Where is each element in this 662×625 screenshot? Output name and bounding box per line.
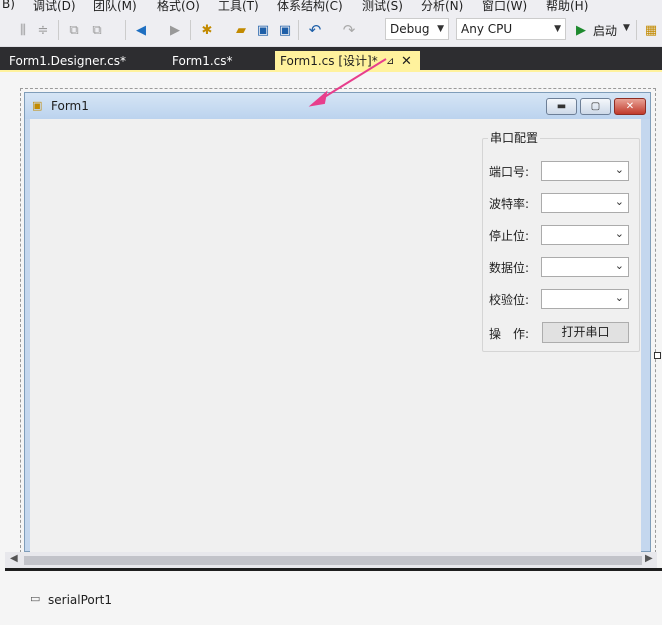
resize-handle[interactable] (654, 352, 661, 359)
maximize-button[interactable]: ▢ (580, 98, 611, 115)
menu-item-window[interactable]: 窗口(W) (482, 0, 527, 14)
minimize-icon: ▬ (556, 101, 567, 112)
baud-rate-combobox[interactable]: ⌄ (541, 193, 629, 213)
undo-icon[interactable]: ↶ (306, 21, 324, 39)
chevron-down-icon: ⌄ (614, 227, 624, 240)
toolbar-separator (190, 20, 191, 40)
parity-combobox[interactable]: ⌄ (541, 289, 629, 309)
toolbox-icon[interactable]: ▦ (642, 21, 660, 39)
scroll-left-icon[interactable]: ◀ (10, 553, 18, 564)
groupbox-title: 串口配置 (488, 129, 541, 146)
port-combobox[interactable]: ⌄ (541, 161, 629, 181)
scroll-right-icon[interactable]: ▶ (645, 553, 653, 564)
save-all-icon[interactable]: ▣ (276, 21, 294, 39)
toolbar-separator (125, 20, 126, 40)
menu-bar: B) 调试(D) 团队(M) 格式(O) 工具(T) 体系结构(C) 测试(S)… (0, 0, 662, 14)
menu-item-debug[interactable]: 调试(D) (33, 0, 76, 14)
port-label: 端口号: (489, 165, 530, 179)
tab-label: Form1.Designer.cs* (9, 54, 126, 68)
menu-item-build[interactable]: B) (2, 0, 15, 11)
close-icon: ✕ (625, 101, 635, 112)
start-icon[interactable]: ▶ (572, 21, 590, 39)
chevron-down-icon: ▼ (437, 24, 444, 34)
menu-item-help[interactable]: 帮助(H) (546, 0, 588, 14)
redo-icon[interactable]: ↷ (340, 21, 358, 39)
minimize-button[interactable]: ▬ (546, 98, 577, 115)
config-select-value: Debug (390, 22, 430, 36)
start-button-label[interactable]: 启动 (593, 22, 617, 39)
platform-select[interactable]: Any CPU ▼ (456, 18, 566, 40)
data-bits-label: 数据位: (489, 261, 530, 275)
toolbar-separator (636, 20, 637, 40)
config-select[interactable]: Debug ▼ (385, 18, 449, 40)
menu-item-analyze[interactable]: 分析(N) (421, 0, 463, 14)
save-icon[interactable]: ▣ (254, 21, 272, 39)
open-port-button[interactable]: 打开串口 (542, 322, 629, 343)
baud-rate-label: 波特率: (489, 197, 530, 211)
chevron-down-icon: ⌄ (614, 291, 624, 304)
serial-port-component[interactable]: serialPort1 (48, 593, 112, 607)
platform-select-value: Any CPU (461, 22, 513, 36)
toolbar: ⫼ ≑ ⧉ ⧉ ◀ ▶ ✱ ▰ ▣ ▣ ↶ ↷ Debug ▼ Any CPU … (0, 14, 662, 47)
menu-item-tools[interactable]: 工具(T) (218, 0, 259, 14)
annotation-arrow (308, 58, 387, 107)
bring-front-icon[interactable]: ⧉ (65, 21, 83, 39)
serial-port-icon: ▭ (30, 592, 41, 605)
menu-item-team[interactable]: 团队(M) (93, 0, 137, 14)
align-left-icon[interactable]: ⫼ (14, 21, 32, 39)
forward-icon[interactable]: ▶ (166, 21, 184, 39)
stop-bits-combobox[interactable]: ⌄ (541, 225, 629, 245)
data-bits-combobox[interactable]: ⌄ (541, 257, 629, 277)
parity-label: 校验位: (489, 293, 530, 307)
send-back-icon[interactable]: ⧉ (88, 21, 106, 39)
close-button[interactable]: ✕ (614, 98, 646, 115)
toolbar-separator (58, 20, 59, 40)
chevron-down-icon: ⌄ (614, 259, 624, 272)
menu-item-format[interactable]: 格式(O) (157, 0, 200, 14)
chevron-down-icon[interactable]: ▼ (623, 23, 630, 33)
action-label: 操 作: (489, 327, 530, 341)
close-icon[interactable]: ✕ (401, 51, 412, 72)
new-item-icon[interactable]: ✱ (198, 21, 216, 39)
tab-form1-cs[interactable]: Form1.cs* (163, 51, 273, 72)
menu-item-test[interactable]: 测试(S) (362, 0, 403, 14)
maximize-icon: ▢ (590, 101, 601, 112)
back-icon[interactable]: ◀ (132, 21, 150, 39)
chevron-down-icon: ▼ (554, 24, 561, 34)
scrollbar-thumb[interactable] (24, 556, 642, 565)
form-title: Form1 (51, 99, 89, 113)
component-tray: ▭ serialPort1 (0, 571, 662, 625)
chevron-down-icon: ⌄ (614, 195, 624, 208)
tab-label: Form1.cs* (172, 54, 233, 68)
menu-item-architecture[interactable]: 体系结构(C) (277, 0, 343, 14)
toolbar-separator (298, 20, 299, 40)
stop-bits-label: 停止位: (489, 229, 530, 243)
open-icon[interactable]: ▰ (232, 21, 250, 39)
tab-form1-designer-cs[interactable]: Form1.Designer.cs* (0, 51, 160, 72)
chevron-down-icon: ⌄ (614, 163, 624, 176)
align-center-icon[interactable]: ≑ (34, 21, 52, 39)
form-icon: ▣ (32, 99, 43, 112)
